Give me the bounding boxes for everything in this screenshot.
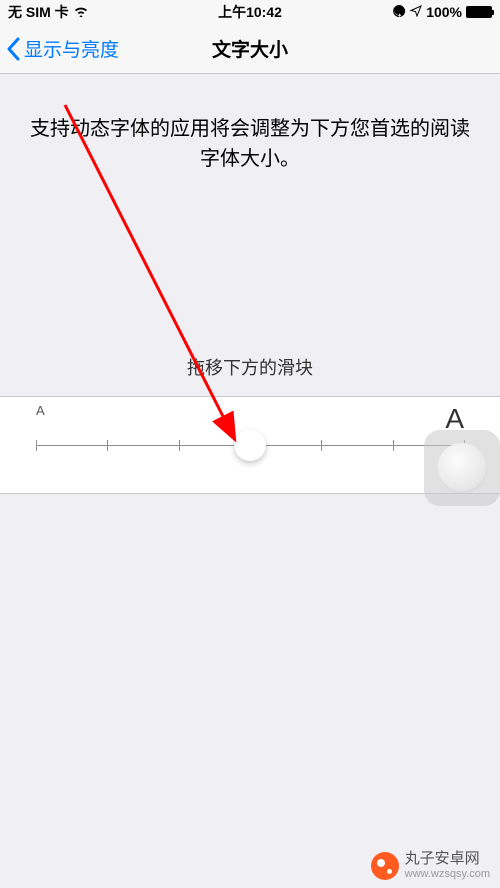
- text-size-slider[interactable]: A A: [36, 425, 464, 465]
- small-text-label: A: [36, 403, 45, 418]
- watermark-logo-icon: [371, 852, 399, 880]
- nav-bar: 显示与亮度 文字大小: [0, 24, 500, 74]
- description-text: 支持动态字体的应用将会调整为下方您首选的阅读字体大小。: [0, 74, 500, 174]
- status-right: 100%: [392, 4, 492, 21]
- back-label: 显示与亮度: [24, 35, 119, 62]
- slider-tick: [107, 440, 108, 451]
- slider-tick: [36, 440, 37, 451]
- battery-icon: [466, 6, 492, 18]
- battery-percent: 100%: [426, 4, 462, 20]
- carrier-text: 无 SIM 卡: [8, 2, 69, 22]
- chevron-left-icon: [6, 37, 20, 61]
- status-time: 上午10:42: [218, 2, 282, 22]
- wifi-icon: [73, 4, 89, 20]
- assistive-touch-icon: [437, 443, 487, 493]
- watermark-name: 丸子安卓网: [405, 851, 490, 868]
- slider-instruction: 拖移下方的滑块: [0, 354, 500, 380]
- slider-tick: [393, 440, 394, 451]
- assistive-touch-button[interactable]: [424, 430, 500, 506]
- watermark: 丸子安卓网 www.wzsqsy.com: [371, 851, 490, 880]
- page-title: 文字大小: [212, 35, 288, 62]
- slider-tick: [179, 440, 180, 451]
- watermark-url: www.wzsqsy.com: [405, 868, 490, 880]
- status-left: 无 SIM 卡: [8, 2, 89, 22]
- status-bar: 无 SIM 卡 上午10:42 100%: [0, 0, 500, 24]
- location-icon: [410, 4, 422, 20]
- back-button[interactable]: 显示与亮度: [0, 35, 119, 62]
- slider-thumb[interactable]: [234, 429, 266, 461]
- orientation-lock-icon: [392, 4, 406, 21]
- slider-tick: [321, 440, 322, 451]
